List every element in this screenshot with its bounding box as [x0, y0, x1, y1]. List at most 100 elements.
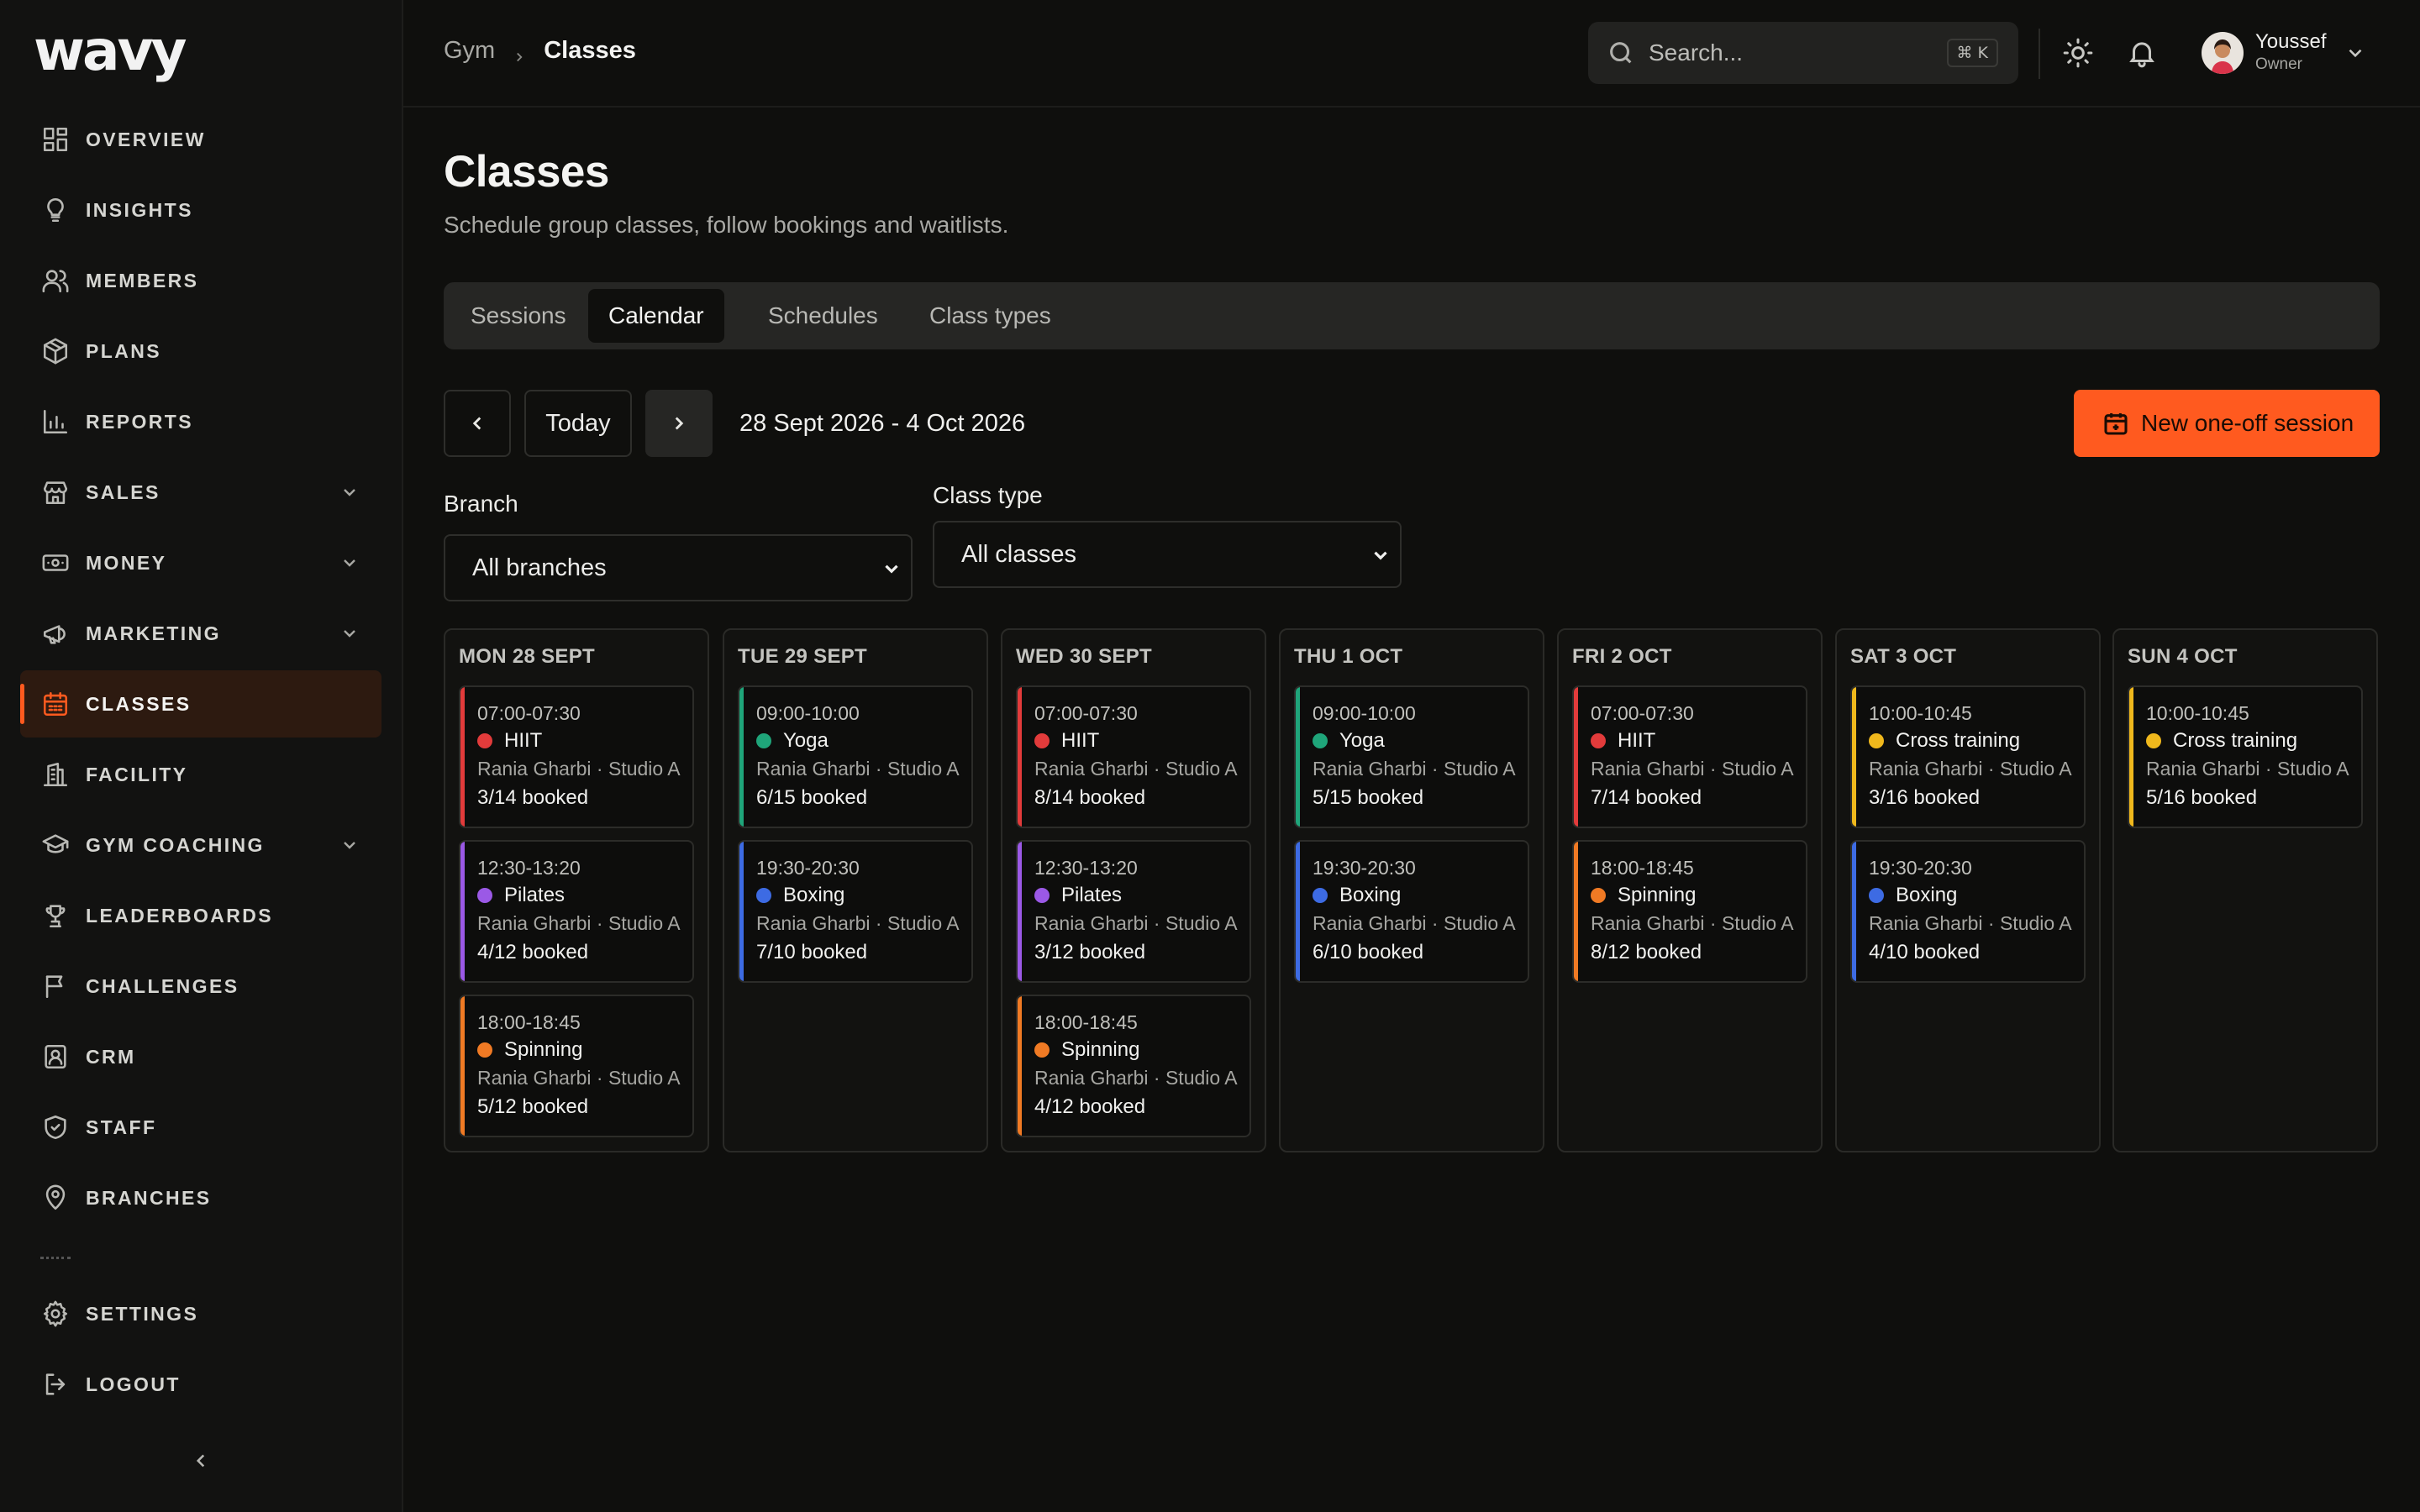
sidebar-item-classes[interactable]: CLASSES [20, 670, 381, 738]
previous-week-button[interactable] [444, 390, 511, 457]
trophy-icon [40, 900, 71, 931]
sidebar-item-logout[interactable]: LOGOUT [20, 1351, 381, 1418]
notifications-button[interactable] [2126, 37, 2160, 71]
search-box[interactable]: ⌘ K [1588, 22, 2018, 84]
calendar-icon [40, 689, 71, 719]
sidebar-item-members[interactable]: MEMBERS [20, 247, 381, 314]
collapse-sidebar-button[interactable] [190, 1450, 215, 1475]
expand-chevron[interactable] [339, 623, 360, 643]
session-time: 12:30-13:20 [477, 857, 581, 879]
sidebar-item-money[interactable]: MONEY [20, 529, 381, 596]
sidebar-item-marketing[interactable]: MARKETING [20, 600, 381, 667]
tab-schedules[interactable]: Schedules [748, 289, 898, 343]
session-class-name: Boxing [783, 884, 845, 906]
sidebar-item-insights[interactable]: INSIGHTS [20, 176, 381, 244]
sidebar-item-challenges[interactable]: CHALLENGES [20, 953, 381, 1020]
class-session-card[interactable]: 18:00-18:45 Spinning Rania Gharbi · Studio… [1572, 840, 1807, 983]
session-coach: Rania Gharbi · Studio A [477, 758, 681, 780]
shield-icon [40, 1112, 71, 1142]
session-bookings: 6/15 booked [756, 786, 868, 809]
sidebar-item-reports[interactable]: REPORTS [20, 388, 381, 455]
session-class: Pilates [1034, 880, 1249, 911]
branch-select[interactable]: All branches [444, 534, 913, 601]
session-class-name: Yoga [1339, 729, 1385, 752]
avatar[interactable] [2202, 32, 2244, 74]
session-class: Yoga [1313, 726, 1528, 756]
next-week-button[interactable] [645, 390, 713, 457]
class-session-card[interactable]: 10:00-10:45 Cross training Rania Gharbi · … [1850, 685, 2086, 828]
class-type-select[interactable]: All classes [933, 521, 1402, 588]
class-session-card[interactable]: 19:30-20:30 Boxing Rania Gharbi · Studio A… [1294, 840, 1529, 983]
sidebar-item-label: LOGOUT [86, 1373, 181, 1395]
sidebar-item-label: REPORTS [86, 410, 193, 433]
session-class-name: Pilates [504, 884, 566, 906]
chevron-down-icon [2349, 49, 2362, 58]
search-shortcut: ⌘ K [1946, 39, 1998, 67]
sidebar-item-label: SALES [86, 480, 160, 503]
theme-toggle-button[interactable] [2062, 37, 2096, 71]
sidebar-item-plans[interactable]: PLANS [20, 318, 381, 385]
class-session-card[interactable]: 09:00-10:00 Yoga Rania Gharbi · Studio A 5/… [1294, 685, 1529, 828]
session-bookings: 7/10 booked [756, 941, 868, 963]
class-session-card[interactable]: 19:30-20:30 Boxing Rania Gharbi · Studio A… [1850, 840, 2086, 983]
class-session-card[interactable]: 10:00-10:45 Cross training Rania Gharbi · … [2128, 685, 2363, 828]
search-input[interactable] [1649, 39, 1926, 66]
class-session-card[interactable]: 07:00-07:30 HIIT Rania Gharbi · Studio A 3/… [459, 685, 694, 828]
class-session-card[interactable]: 07:00-07:30 HIIT Rania Gharbi · Studio A 8/… [1016, 685, 1251, 828]
tab-class-types[interactable]: Class types [909, 289, 1071, 343]
sidebar-item-label: MEMBERS [86, 269, 199, 291]
class-session-card[interactable]: 18:00-18:45 Spinning Rania Gharbi · Studio… [459, 995, 694, 1137]
sidebar-item-label: STAFF [86, 1116, 157, 1138]
session-bookings: 5/16 booked [2146, 786, 2258, 809]
sidebar-item-label: BRANCHES [86, 1186, 212, 1209]
session-class-name: Cross training [2173, 729, 2298, 752]
session-class-name: Cross training [1896, 729, 2021, 752]
building-icon [40, 759, 71, 790]
sidebar-item-sales[interactable]: SALES [20, 459, 381, 526]
sidebar-item-label: SETTINGS [86, 1302, 199, 1325]
expand-chevron[interactable] [339, 835, 360, 855]
session-time: 19:30-20:30 [1313, 857, 1416, 879]
chevron-down-icon [344, 842, 355, 849]
expand-chevron[interactable] [339, 482, 360, 502]
breadcrumb-gym[interactable]: Gym [444, 37, 495, 65]
tab-sessions[interactable]: Sessions [450, 289, 587, 343]
session-class: Cross training [2146, 726, 2361, 756]
session-time: 18:00-18:45 [1034, 1011, 1138, 1033]
calendar-plus-icon [2104, 413, 2128, 435]
tab-calendar[interactable]: Calendar [588, 289, 724, 343]
session-class: Pilates [477, 880, 692, 911]
user-menu-button[interactable] [2344, 42, 2366, 64]
today-button[interactable]: Today [524, 390, 632, 457]
session-coach: Rania Gharbi · Studio A [756, 758, 960, 780]
class-session-card[interactable]: 09:00-10:00 Yoga Rania Gharbi · Studio A 6/… [738, 685, 973, 828]
store-icon [40, 477, 71, 507]
sidebar-item-staff[interactable]: STAFF [20, 1094, 381, 1161]
day-header: MON 28 SEPT [459, 645, 596, 668]
sidebar-item-crm[interactable]: CRM [20, 1023, 381, 1090]
session-class-name: Spinning [1061, 1038, 1140, 1061]
class-session-card[interactable]: 07:00-07:30 HIIT Rania Gharbi · Studio A 7/… [1572, 685, 1807, 828]
sidebar-item-facility[interactable]: FACILITY [20, 741, 381, 808]
sidebar-item-gym-coaching[interactable]: GYM COACHING [20, 811, 381, 879]
search-icon [1610, 42, 1632, 64]
sidebar-item-leaderboards[interactable]: LEADERBOARDS [20, 882, 381, 949]
brand-logo[interactable]: wavy [34, 18, 187, 83]
class-session-card[interactable]: 12:30-13:20 Pilates Rania Gharbi · Studio … [1016, 840, 1251, 983]
day-header: TUE 29 SEPT [738, 645, 868, 668]
class-session-card[interactable]: 12:30-13:20 Pilates Rania Gharbi · Studio … [459, 840, 694, 983]
user-name: Youssef [2255, 30, 2327, 53]
class-session-card[interactable]: 18:00-18:45 Spinning Rania Gharbi · Studio… [1016, 995, 1251, 1137]
megaphone-icon [40, 618, 71, 648]
session-time: 09:00-10:00 [1313, 702, 1416, 724]
sidebar-item-settings[interactable]: SETTINGS [20, 1280, 381, 1347]
expand-chevron[interactable] [339, 553, 360, 573]
sidebar-item-branches[interactable]: BRANCHES [20, 1164, 381, 1231]
session-class: Spinning [1034, 1035, 1249, 1065]
breadcrumb-classes: Classes [544, 37, 636, 64]
new-one-off-session-button[interactable]: New one-off session [2074, 390, 2380, 457]
lightbulb-icon [40, 195, 71, 225]
day-header: FRI 2 OCT [1572, 645, 1672, 668]
sidebar-item-overview[interactable]: OVERVIEW [20, 106, 381, 173]
class-session-card[interactable]: 19:30-20:30 Boxing Rania Gharbi · Studio A… [738, 840, 973, 983]
